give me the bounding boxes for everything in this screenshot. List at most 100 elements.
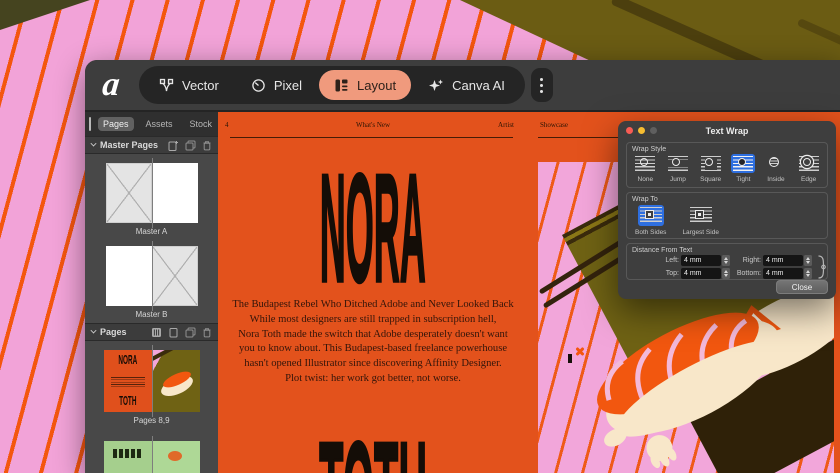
backdrop-corner-triangle (0, 0, 90, 30)
vector-pen-icon (159, 78, 174, 93)
mini-title-nora: NORA (118, 355, 137, 368)
apply-master-icon[interactable] (151, 327, 162, 338)
headline-nora[interactable]: NORA (218, 152, 528, 232)
distance-right-input[interactable]: 4 mm (763, 255, 803, 266)
wrap-style-option-label: Inside (767, 176, 784, 183)
wrap-style-edge-button[interactable] (797, 154, 821, 173)
page-8-mini: NORA TOTH (104, 350, 152, 412)
master-b-thumbnail[interactable] (106, 246, 198, 306)
layout-pages-icon (334, 78, 349, 93)
wrap-square-icon (701, 156, 721, 171)
wrap-tight-icon (733, 156, 753, 171)
wrap-jump-icon (668, 156, 688, 171)
add-page-icon[interactable] (168, 140, 179, 151)
spread-spine (152, 158, 153, 228)
spread-spine (152, 241, 153, 311)
pages-8-9-thumbnail[interactable]: NORA TOTH (104, 350, 200, 412)
wrap-style-tight-button[interactable] (731, 154, 755, 173)
wrap-style-label: Wrap Style (632, 146, 666, 153)
tab-layout-label: Layout (357, 78, 396, 93)
tab-canva-ai[interactable]: Canva AI (413, 70, 520, 100)
next-left-page-mini (104, 441, 152, 473)
tab-vector[interactable]: Vector (144, 70, 234, 100)
delete-page-icon[interactable] (202, 327, 212, 338)
wrap-style-jump-button[interactable] (666, 154, 690, 173)
wrap-style-inside-button[interactable] (764, 154, 788, 173)
add-page-icon[interactable] (168, 327, 179, 338)
distance-right-label: Right: (735, 257, 761, 264)
wrap-style-option-label: Jump (670, 176, 686, 183)
minimize-traffic-light[interactable] (638, 127, 645, 134)
tab-layout[interactable]: Layout (319, 70, 411, 100)
wrap-style-option-label: Square (700, 176, 721, 183)
master-a-right-page (152, 163, 198, 223)
kebab-dot (540, 90, 543, 93)
master-pages-section-label: Master Pages (100, 140, 158, 150)
master-b-label: Master B (135, 310, 167, 319)
distance-bottom-input[interactable]: 4 mm (763, 268, 803, 279)
running-head-right: Artist (448, 121, 514, 129)
chevron-down-icon (90, 140, 96, 146)
wrap-edge-icon (799, 156, 819, 171)
mini-green-title-block (113, 449, 143, 458)
zoom-traffic-light (650, 127, 657, 134)
overflow-menu-button[interactable] (531, 68, 553, 102)
tab-pixel[interactable]: Pixel (236, 70, 317, 100)
wrap-style-option-label: Edge (801, 176, 816, 183)
distance-left-label: Left: (653, 257, 679, 264)
pages-8-9-label: Pages 8,9 (133, 416, 169, 425)
dialog-titlebar[interactable]: Text Wrap (618, 121, 836, 141)
tab-pixel-label: Pixel (274, 78, 302, 93)
body-text-frame[interactable]: The Budapest Rebel Who Ditched Adobe and… (224, 298, 522, 387)
close-button[interactable]: Close (776, 280, 828, 294)
wrap-style-square-button[interactable] (699, 154, 723, 173)
master-b-right-page (152, 246, 198, 306)
pixel-circle-icon (251, 78, 266, 93)
text-wrap-dialog: Text Wrap Wrap Style None Jump Square (618, 121, 836, 299)
wrap-to-option-label: Largest Side (682, 229, 719, 236)
largest-side-icon (690, 207, 712, 224)
delete-page-icon[interactable] (202, 140, 212, 151)
wrap-to-both-sides-button[interactable] (638, 205, 664, 226)
panel-tab-assets[interactable]: Assets (141, 117, 178, 131)
wrap-to-option-label: Both Sides (635, 229, 666, 236)
pages-section-label: Pages (100, 327, 127, 337)
pages-section-header[interactable]: Pages (85, 323, 218, 341)
mode-switcher: Vector Pixel (139, 66, 525, 104)
wrap-style-option-label: Tight (736, 176, 750, 183)
master-a-thumbnail[interactable] (106, 163, 198, 223)
master-pages-section-header[interactable]: Master Pages (85, 136, 218, 154)
distance-from-text-group: Distance From Text Left: 4 mm Top: 4 mm … (626, 243, 828, 280)
wrap-style-option-label: None (638, 176, 654, 183)
distance-left-stepper[interactable] (722, 255, 730, 266)
distance-right-stepper[interactable] (804, 255, 812, 266)
mini-title-toth: TOTH (119, 396, 136, 409)
pages-list: NORA TOTH Pages 8,9 (85, 341, 218, 473)
close-traffic-light[interactable] (626, 127, 633, 134)
duplicate-page-icon[interactable] (185, 140, 196, 151)
app-toolbar: a Vector Pixel (85, 60, 840, 110)
both-sides-icon (640, 207, 662, 224)
panel-tab-pages[interactable]: Pages (98, 117, 134, 131)
panel-edge-handle[interactable] (89, 117, 91, 131)
headline-toth[interactable]: TOTH (218, 420, 528, 473)
wrap-none-icon (635, 156, 655, 171)
running-head-showcase: Showcase (540, 121, 568, 129)
panel-tab-stock[interactable]: Stock (185, 117, 218, 131)
kebab-dot (540, 84, 543, 87)
affinity-logo[interactable]: a (93, 68, 129, 102)
kebab-dot (540, 78, 543, 81)
tab-vector-label: Vector (182, 78, 219, 93)
duplicate-page-icon[interactable] (185, 327, 196, 338)
wrap-to-largest-side-button[interactable] (688, 205, 714, 226)
distance-left-input[interactable]: 4 mm (681, 255, 721, 266)
next-pages-thumbnail[interactable] (104, 441, 200, 473)
distance-top-stepper[interactable] (722, 268, 730, 279)
distance-top-input[interactable]: 4 mm (681, 268, 721, 279)
master-b-left-page (106, 246, 152, 306)
distance-bottom-label: Bottom: (735, 270, 761, 277)
distance-bottom-stepper[interactable] (804, 268, 812, 279)
wrap-to-label: Wrap To (632, 196, 658, 203)
distance-label: Distance From Text (632, 247, 692, 254)
wrap-style-none-button[interactable] (633, 154, 657, 173)
